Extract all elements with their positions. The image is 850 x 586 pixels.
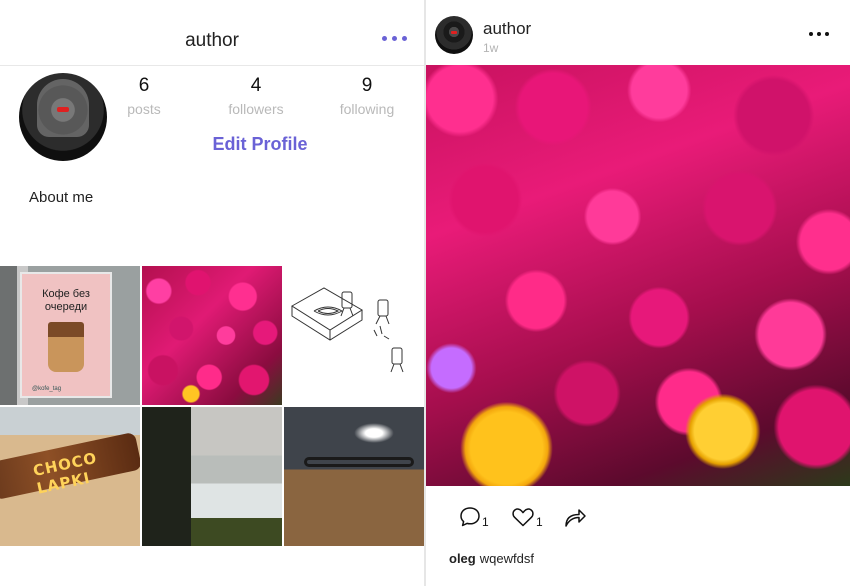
profile-screen: author 6 posts 4 followers 9 following E… [0,0,424,586]
comment-icon [460,507,480,527]
post-caption: oleg wqewfdsf [449,551,534,566]
about-text: About me [29,189,94,206]
coffee-cup-image [48,322,84,372]
like-button[interactable]: 1 [511,502,543,528]
post-author-name[interactable]: author [483,19,531,39]
grid-post-flowers[interactable] [142,266,282,405]
lamp-glow [354,423,394,443]
grid-post-sketch[interactable] [284,266,424,405]
posts-stat[interactable]: 6 posts [99,75,189,117]
post-author-avatar[interactable] [435,16,473,54]
poster-tag: @kofe_tag [32,386,62,392]
post-timestamp: 1w [483,41,499,55]
sketch-drawing [291,287,404,373]
profile-header: author [0,0,424,66]
grid-post-chocolate[interactable]: CHOCO LAPKI [0,407,140,546]
followers-count: 4 [250,75,262,96]
followers-stat[interactable]: 4 followers [211,75,301,117]
post-photo[interactable] [426,65,850,486]
more-dots-icon[interactable] [382,36,407,41]
grid-post-coffee-poster[interactable]: Кофе без очереди @kofe_tag [0,266,140,405]
post-screen: author 1w 1 1 oleg wqewfdsf [426,0,850,586]
comment-button[interactable]: 1 [459,502,489,528]
profile-title: author [185,30,239,51]
grid-post-lamp[interactable] [284,407,424,546]
posts-count: 6 [138,75,150,96]
post-actions: 1 1 [426,490,850,540]
following-count: 9 [361,75,373,96]
posts-label: posts [127,101,161,117]
caption-text: wqewfdsf [479,551,534,566]
following-stat[interactable]: 9 following [322,75,412,117]
posts-grid: Кофе без очереди @kofe_tag CHOCO LAPKI [0,266,424,547]
poster-card: Кофе без очереди @kofe_tag [20,272,112,398]
caption-username[interactable]: oleg [449,551,476,566]
edit-profile-button[interactable]: Edit Profile [180,134,340,155]
profile-avatar[interactable] [19,73,107,161]
following-label: following [339,101,395,117]
share-button[interactable] [563,502,587,528]
more-dots-icon[interactable] [809,32,829,36]
share-arrow-icon [565,509,586,527]
like-count: 1 [536,515,543,529]
grid-post-waterfall[interactable] [142,407,282,546]
cable-shape [304,457,414,467]
poster-text: Кофе без очереди [42,288,90,313]
followers-label: followers [228,101,284,117]
heart-icon [512,508,534,527]
comment-count: 1 [482,515,489,529]
post-header: author 1w [426,0,850,64]
